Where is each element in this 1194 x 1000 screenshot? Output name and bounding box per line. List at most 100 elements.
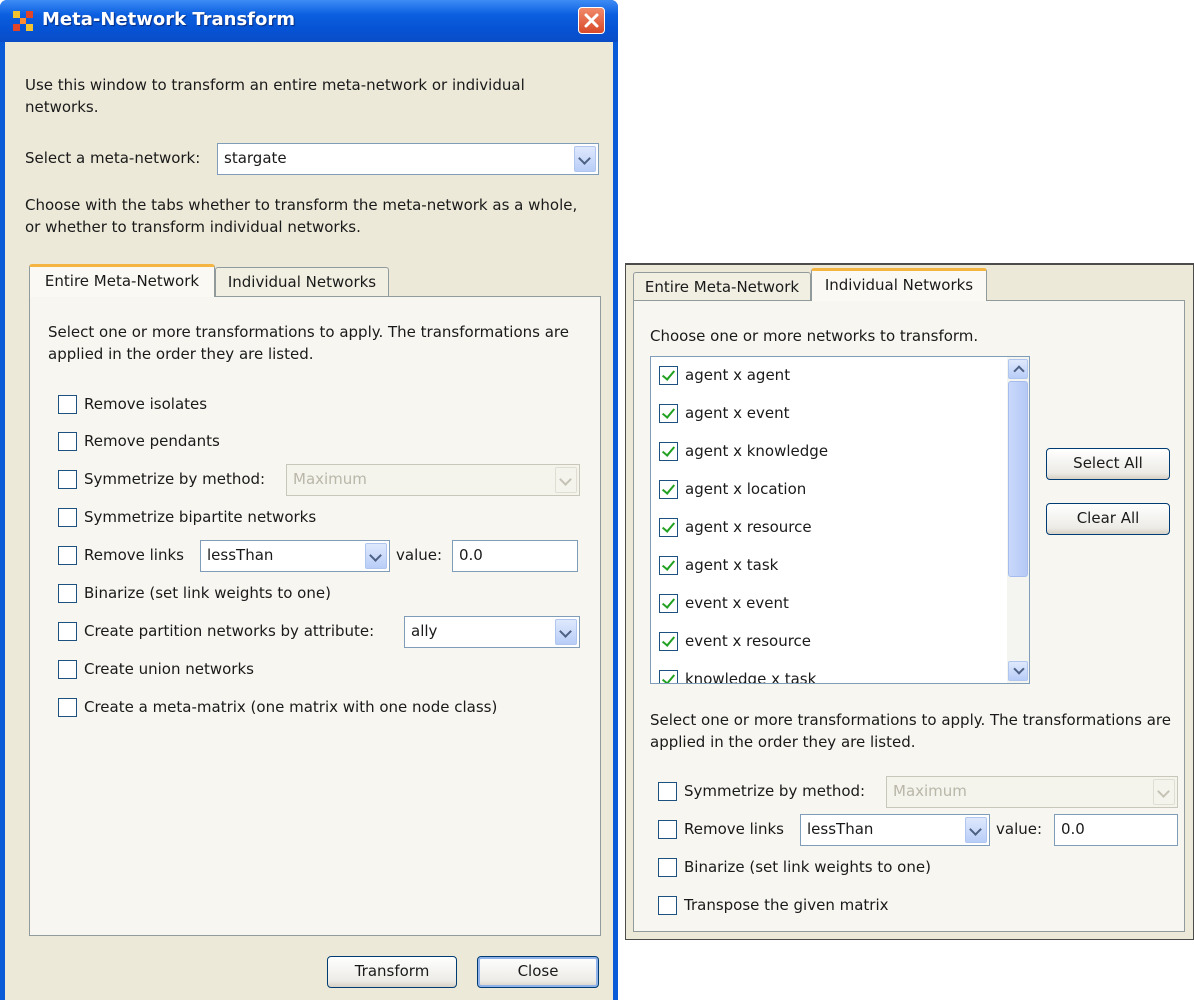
select-all-button[interactable]: Select All — [1046, 448, 1170, 480]
chevron-down-icon[interactable] — [574, 146, 596, 172]
chevron-down-icon[interactable] — [965, 817, 987, 843]
binarize-label: Binarize (set link weights to one) — [684, 858, 931, 876]
network-checkbox[interactable] — [659, 556, 678, 575]
binarize-label: Binarize (set link weights to one) — [84, 584, 331, 602]
app-grid-icon — [13, 11, 33, 31]
network-label: agent x location — [685, 480, 807, 498]
network-checkbox[interactable] — [659, 594, 678, 613]
network-label: agent x task — [685, 556, 779, 574]
list-item[interactable]: agent x location — [659, 479, 999, 501]
partition-checkbox[interactable] — [58, 622, 77, 641]
union-networks-checkbox[interactable] — [58, 660, 77, 679]
symmetrize-checkbox[interactable] — [658, 782, 677, 801]
meta-matrix-label: Create a meta-matrix (one matrix with on… — [84, 698, 498, 716]
scroll-thumb[interactable] — [1008, 381, 1028, 577]
list-item[interactable]: agent x agent — [659, 365, 999, 387]
network-label: event x resource — [685, 632, 812, 650]
list-item[interactable]: agent x event — [659, 403, 999, 425]
chevron-down-icon — [1153, 779, 1175, 805]
chevron-down-icon[interactable] — [555, 619, 577, 645]
tab-individual-networks[interactable]: Individual Networks — [215, 267, 389, 297]
network-checkbox[interactable] — [659, 442, 678, 461]
remove-links-operator-value: lessThan — [207, 546, 274, 564]
network-label: agent x knowledge — [685, 442, 829, 460]
symmetrize-bipartite-label: Symmetrize bipartite networks — [84, 508, 317, 526]
partition-attribute-value: ally — [411, 622, 438, 640]
chevron-down-icon[interactable] — [365, 543, 387, 569]
network-checkbox[interactable] — [659, 632, 678, 651]
networks-list[interactable]: agent x agent agent x event agent x knowle… — [650, 356, 1030, 684]
remove-links-operator-select[interactable]: lessThan — [800, 814, 990, 846]
networks-list-scrollbar[interactable] — [1007, 357, 1029, 683]
remove-isolates-label: Remove isolates — [84, 395, 208, 413]
remove-links-checkbox[interactable] — [658, 820, 677, 839]
union-networks-label: Create union networks — [84, 660, 254, 678]
remove-links-value-input[interactable]: 0.0 — [452, 540, 578, 572]
network-checkbox[interactable] — [659, 366, 678, 385]
network-checkbox[interactable] — [659, 670, 678, 683]
partition-label: Create partition networks by attribute: — [84, 622, 375, 640]
meta-matrix-checkbox[interactable] — [58, 698, 77, 717]
remove-pendants-checkbox[interactable] — [58, 432, 77, 451]
individual-networks-panel: Choose one or more networks to transform… — [633, 300, 1185, 932]
panel-intro-text: Select one or more transformations to ap… — [48, 323, 569, 363]
symmetrize-bipartite-checkbox[interactable] — [58, 508, 77, 527]
tab-individual-networks[interactable]: Individual Networks — [811, 268, 987, 301]
close-window-button[interactable] — [578, 7, 605, 34]
network-checkbox[interactable] — [659, 480, 678, 499]
close-icon — [584, 13, 599, 28]
scroll-down-icon[interactable] — [1008, 661, 1028, 681]
remove-isolates-checkbox[interactable] — [58, 395, 77, 414]
transpose-label: Transpose the given matrix — [684, 896, 889, 914]
binarize-checkbox[interactable] — [58, 584, 77, 603]
select-meta-network-label: Select a meta-network: — [25, 149, 201, 167]
meta-network-transform-window: Meta-Network Transform Use this window t… — [0, 0, 618, 1000]
list-item[interactable]: agent x task — [659, 555, 999, 577]
symmetrize-method-select: Maximum — [886, 776, 1178, 808]
tab-entire-meta-network[interactable]: Entire Meta-Network — [633, 272, 811, 302]
network-checkbox[interactable] — [659, 404, 678, 423]
symmetrize-label: Symmetrize by method: — [84, 470, 266, 488]
network-checkbox[interactable] — [659, 518, 678, 537]
value-label: value: — [396, 546, 443, 564]
window-body: Use this window to transform an entire m… — [5, 42, 613, 1000]
transpose-checkbox[interactable] — [658, 896, 677, 915]
individual-networks-tab-view: Entire Meta-Network Individual Networks … — [625, 263, 1194, 940]
network-label: event x event — [685, 594, 789, 612]
remove-links-operator-select[interactable]: lessThan — [200, 540, 390, 572]
symmetrize-checkbox[interactable] — [58, 470, 77, 489]
scroll-up-icon[interactable] — [1008, 359, 1028, 379]
clear-all-button[interactable]: Clear All — [1046, 503, 1170, 535]
remove-links-operator-value: lessThan — [807, 820, 874, 838]
panel-intro-text: Select one or more transformations to ap… — [650, 711, 1171, 751]
symmetrize-method-select: Maximum — [286, 464, 580, 496]
tab-entire-meta-network[interactable]: Entire Meta-Network — [29, 264, 215, 297]
value-label: value: — [996, 820, 1043, 838]
window-title: Meta-Network Transform — [42, 9, 296, 30]
meta-network-select[interactable]: stargate — [217, 143, 599, 175]
remove-pendants-label: Remove pendants — [84, 432, 220, 450]
list-item[interactable]: knowledge x task — [659, 669, 999, 683]
remove-links-value-input[interactable]: 0.0 — [1054, 814, 1178, 846]
network-label: agent x event — [685, 404, 790, 422]
close-button[interactable]: Close — [477, 956, 599, 988]
list-item[interactable]: event x resource — [659, 631, 999, 653]
intro-text: Use this window to transform an entire m… — [25, 76, 525, 116]
transform-button[interactable]: Transform — [327, 956, 457, 988]
binarize-checkbox[interactable] — [658, 858, 677, 877]
symmetrize-method-value: Maximum — [893, 782, 967, 800]
network-label: agent x agent — [685, 366, 791, 384]
remove-links-label: Remove links — [684, 820, 784, 838]
symmetrize-label: Symmetrize by method: — [684, 782, 866, 800]
title-bar[interactable]: Meta-Network Transform — [0, 0, 618, 42]
remove-links-label: Remove links — [84, 546, 184, 564]
partition-attribute-select[interactable]: ally — [404, 616, 580, 648]
remove-links-checkbox[interactable] — [58, 546, 77, 565]
list-item[interactable]: event x event — [659, 593, 999, 615]
symmetrize-method-value: Maximum — [293, 470, 367, 488]
network-label: agent x resource — [685, 518, 812, 536]
list-item[interactable]: agent x knowledge — [659, 441, 999, 463]
list-item[interactable]: agent x resource — [659, 517, 999, 539]
tabs-intro-text: Choose with the tabs whether to transfor… — [25, 196, 578, 236]
choose-networks-label: Choose one or more networks to transform… — [650, 327, 979, 345]
